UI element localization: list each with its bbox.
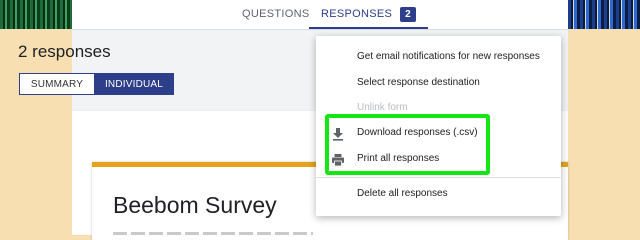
responses-count-badge: 2 bbox=[400, 7, 417, 22]
menu-divider bbox=[316, 177, 561, 178]
menu-item-delete-responses[interactable]: Delete all responses bbox=[316, 181, 561, 207]
background-image-right bbox=[568, 0, 640, 29]
background-image-left bbox=[0, 0, 72, 29]
menu-item-label: Get email notifications for new response… bbox=[357, 51, 540, 62]
tab-responses-label: RESPONSES bbox=[321, 8, 393, 20]
menu-item-label: Select response destination bbox=[357, 77, 480, 88]
individual-toggle-button[interactable]: INDIVIDUAL bbox=[94, 73, 174, 95]
tab-responses[interactable]: RESPONSES 2 bbox=[309, 0, 429, 29]
responses-count-title: 2 responses bbox=[18, 42, 111, 61]
form-description-placeholder bbox=[113, 232, 313, 235]
menu-item-email-notifications[interactable]: Get email notifications for new response… bbox=[316, 44, 561, 70]
form-title: Beebom Survey bbox=[113, 192, 277, 218]
tab-bar: QUESTIONS RESPONSES 2 bbox=[72, 0, 568, 30]
summary-toggle-button[interactable]: SUMMARY bbox=[19, 73, 94, 95]
tab-questions-label: QUESTIONS bbox=[242, 8, 310, 20]
menu-item-select-destination[interactable]: Select response destination bbox=[316, 70, 561, 96]
tab-questions[interactable]: QUESTIONS bbox=[242, 0, 310, 29]
menu-item-label: Delete all responses bbox=[357, 188, 448, 199]
highlight-box bbox=[325, 114, 490, 175]
